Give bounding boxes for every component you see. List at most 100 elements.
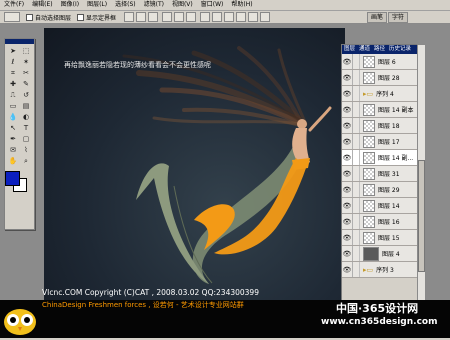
document-canvas[interactable]: 再给飘逸丽若隐若现的薄纱看看会不会更性感呢 (44, 28, 345, 304)
link-slot[interactable] (353, 214, 360, 229)
folder-icon[interactable]: ▸▭ (363, 90, 373, 98)
link-slot[interactable] (353, 198, 360, 213)
menu-item-1[interactable]: 编辑(E) (28, 0, 56, 10)
distribute-middle-button[interactable] (212, 12, 223, 22)
menu-item-8[interactable]: 帮助(H) (227, 0, 256, 10)
type-icon[interactable]: T (20, 123, 32, 133)
path-select-icon[interactable]: ↖ (7, 123, 19, 133)
visibility-eye-icon[interactable]: 👁 (342, 150, 353, 165)
auto-select-layer-option[interactable]: 自动选择图层 (26, 13, 71, 22)
visibility-eye-icon[interactable]: 👁 (342, 262, 353, 277)
align-middle-button[interactable] (136, 12, 147, 22)
gradient-icon[interactable]: ▤ (20, 101, 32, 111)
visibility-eye-icon[interactable]: 👁 (342, 246, 353, 261)
move-icon[interactable]: ➤ (7, 46, 19, 56)
layer-row[interactable]: 👁 图层 18 (342, 118, 418, 134)
align-top-button[interactable] (124, 12, 135, 22)
layer-row[interactable]: 👁 图层 16 (342, 214, 418, 230)
visibility-eye-icon[interactable]: 👁 (342, 230, 353, 245)
layer-row[interactable]: 👁 图层 31 (342, 166, 418, 182)
align-bottom-button[interactable] (148, 12, 159, 22)
visibility-eye-icon[interactable]: 👁 (342, 134, 353, 149)
visibility-eye-icon[interactable]: 👁 (342, 182, 353, 197)
tab-character[interactable]: 字符 (388, 12, 409, 23)
distribute-center-button[interactable] (248, 12, 259, 22)
menu-item-5[interactable]: 滤镜(T) (140, 0, 168, 10)
distribute-bottom-button[interactable] (224, 12, 235, 22)
stamp-icon[interactable]: ⎍ (7, 90, 19, 100)
layer-row[interactable]: 👁 图层 29 (342, 182, 418, 198)
visibility-eye-icon[interactable]: 👁 (342, 198, 353, 213)
distribute-left-button[interactable] (236, 12, 247, 22)
layer-row[interactable]: 👁 图层 14 副本 (342, 102, 418, 118)
menu-item-4[interactable]: 选择(S) (111, 0, 140, 10)
marquee-icon[interactable]: ⬚ (20, 46, 32, 56)
magic-wand-icon[interactable]: ✶ (20, 57, 32, 67)
layer-row[interactable]: 👁 图层 4 (342, 246, 418, 262)
align-center-button[interactable] (174, 12, 185, 22)
menu-item-0[interactable]: 文件(F) (0, 0, 28, 10)
link-slot[interactable] (353, 246, 360, 261)
visibility-eye-icon[interactable]: 👁 (342, 102, 353, 117)
layer-row[interactable]: 👁 图层 14 (342, 198, 418, 214)
link-slot[interactable] (353, 262, 360, 277)
brush-icon[interactable]: ✎ (20, 79, 32, 89)
menu-item-3[interactable]: 图层(L) (83, 0, 111, 10)
blur-icon[interactable]: 💧 (7, 112, 19, 122)
menu-item-7[interactable]: 窗口(W) (197, 0, 228, 10)
distribute-right-button[interactable] (260, 12, 271, 22)
layer-row[interactable]: 👁 图层 28 (342, 70, 418, 86)
link-slot[interactable] (353, 150, 360, 165)
layer-row[interactable]: 👁 图层 14 副... (342, 150, 418, 166)
link-slot[interactable] (353, 70, 360, 85)
link-slot[interactable] (353, 166, 360, 181)
auto-select-checkbox[interactable] (26, 13, 33, 21)
tab-brushes[interactable]: 画笔 (367, 12, 388, 23)
eraser-icon[interactable]: ▭ (7, 101, 19, 111)
layer-row[interactable]: 👁 图层 6 (342, 54, 418, 70)
show-bounds-option[interactable]: 显示定界框 (77, 13, 116, 22)
folder-icon[interactable]: ▸▭ (363, 266, 373, 274)
link-slot[interactable] (353, 118, 360, 133)
dodge-icon[interactable]: ◐ (20, 112, 32, 122)
tab-paths[interactable]: 路径 (372, 45, 387, 54)
notes-icon[interactable]: ✉ (7, 145, 19, 155)
eyedropper-icon[interactable]: ⌇ (20, 145, 32, 155)
layer-row[interactable]: 👁 图层 15 (342, 230, 418, 246)
foreground-color-swatch[interactable] (5, 171, 20, 186)
lasso-icon[interactable]: ℓ (7, 57, 19, 67)
layer-group-row[interactable]: 👁 ▸▭ 序列 3 (342, 262, 418, 278)
shape-icon[interactable]: ▢ (20, 134, 32, 144)
link-slot[interactable] (353, 102, 360, 117)
tab-layers[interactable]: 图层 (342, 45, 357, 54)
visibility-eye-icon[interactable]: 👁 (342, 70, 353, 85)
link-slot[interactable] (353, 54, 360, 69)
visibility-eye-icon[interactable]: 👁 (342, 118, 353, 133)
visibility-eye-icon[interactable]: 👁 (342, 54, 353, 69)
show-bounds-checkbox[interactable] (77, 13, 85, 21)
align-left-button[interactable] (162, 12, 173, 22)
healing-icon[interactable]: ✚ (7, 79, 19, 89)
slice-icon[interactable]: ✂ (20, 68, 32, 78)
tab-history[interactable]: 历史记录 (387, 45, 413, 54)
menu-item-2[interactable]: 图像(I) (57, 0, 83, 10)
align-right-button[interactable] (186, 12, 197, 22)
tab-channels[interactable]: 通道 (357, 45, 372, 54)
link-slot[interactable] (353, 86, 360, 101)
move-tool-preset-button[interactable] (4, 12, 20, 22)
layers-scroll-thumb[interactable] (418, 160, 425, 272)
visibility-eye-icon[interactable]: 👁 (342, 166, 353, 181)
hand-icon[interactable]: ✋ (7, 156, 19, 166)
link-slot[interactable] (353, 230, 360, 245)
visibility-eye-icon[interactable]: 👁 (342, 86, 353, 101)
visibility-eye-icon[interactable]: 👁 (342, 214, 353, 229)
distribute-top-button[interactable] (200, 12, 211, 22)
link-slot[interactable] (353, 134, 360, 149)
pen-icon[interactable]: ✒ (7, 134, 19, 144)
layer-row[interactable]: 👁 图层 17 (342, 134, 418, 150)
layer-group-row[interactable]: 👁 ▸▭ 序列 4 (342, 86, 418, 102)
history-brush-icon[interactable]: ↺ (20, 90, 32, 100)
link-slot[interactable] (353, 182, 360, 197)
crop-icon[interactable]: ⌗ (7, 68, 19, 78)
zoom-icon[interactable]: ⌕ (20, 156, 32, 166)
